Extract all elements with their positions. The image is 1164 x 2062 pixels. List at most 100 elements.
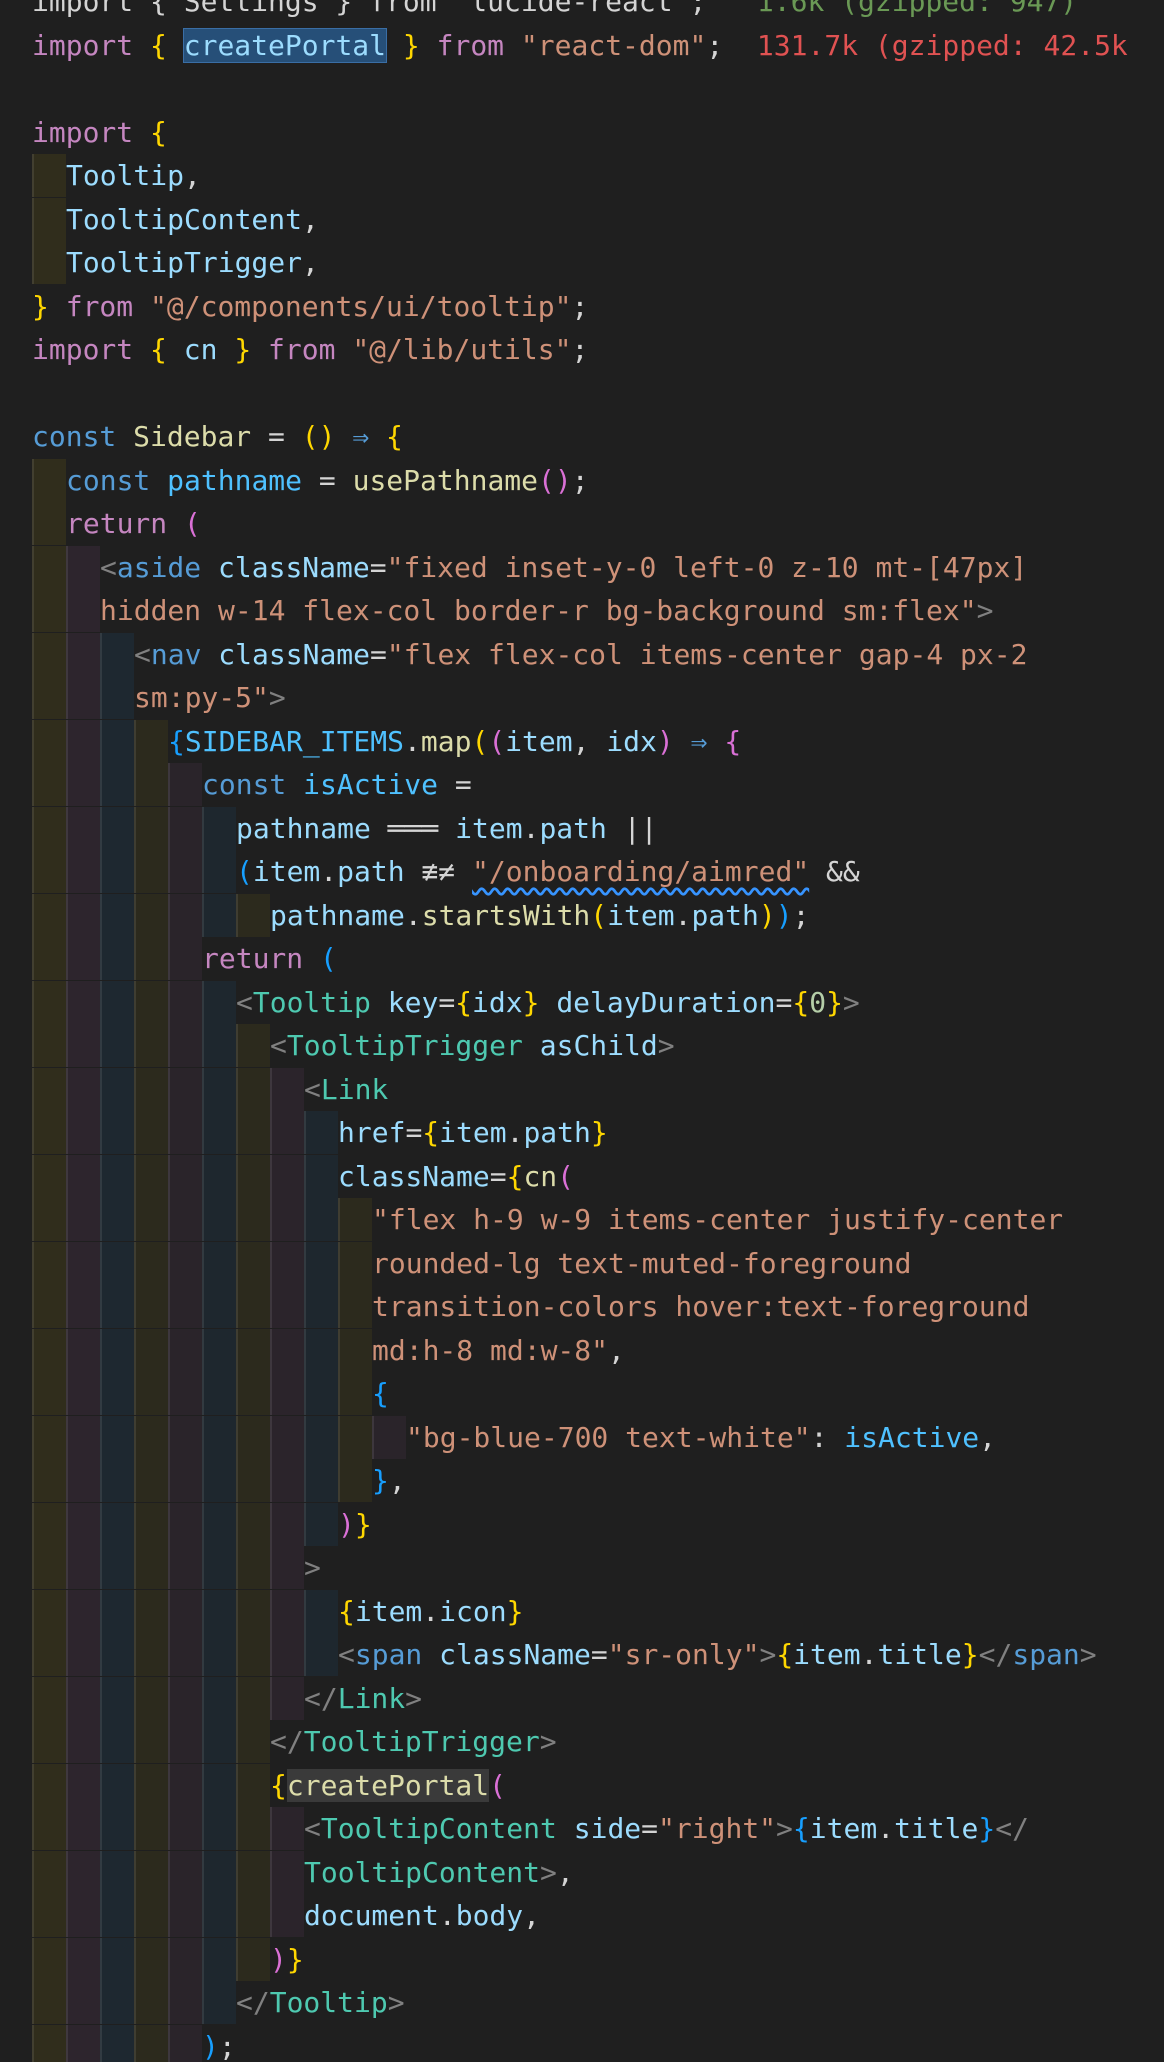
code-token: import xyxy=(32,115,134,149)
code-line[interactable]: )} xyxy=(0,1937,1164,1981)
code-line[interactable]: import { createPortal } from "react-dom"… xyxy=(0,24,1164,67)
code-token: } xyxy=(506,1594,524,1628)
indent-guide xyxy=(304,1198,338,1241)
code-line[interactable]: return ( xyxy=(0,937,1164,980)
code-line[interactable]: (item.path ≢≠ "/onboarding/aimred" && xyxy=(0,850,1164,893)
code-editor[interactable]: import { Settings } from "lucide-react";… xyxy=(0,0,1164,2062)
indent-guide xyxy=(100,1589,134,1633)
code-line[interactable]: <Tooltip key={idx} delayDuration={0}> xyxy=(0,980,1164,1024)
indent-guide xyxy=(66,2024,100,2062)
code-token: { xyxy=(168,724,185,758)
code-line[interactable]: pathname.startsWith(item.path)); xyxy=(0,893,1164,937)
code-line[interactable]: </TooltipTrigger> xyxy=(0,1720,1164,1763)
code-token: { xyxy=(150,333,167,366)
indent-guide xyxy=(32,458,66,502)
code-text: TooltipTrigger, xyxy=(66,241,319,284)
code-line[interactable]: <TooltipContent side="right">{item.title… xyxy=(0,1807,1164,1850)
code-line[interactable]: const pathname = usePathname(); xyxy=(0,458,1164,502)
code-line[interactable]: <nav className="flex flex-col items-cent… xyxy=(0,632,1164,676)
code-token: Sidebar xyxy=(133,420,252,453)
code-line[interactable]: } from "@/components/ui/tooltip"; xyxy=(0,285,1164,328)
code-text: )} xyxy=(270,1938,304,1981)
code-line[interactable]: rounded-lg text-muted-foreground xyxy=(0,1241,1164,1285)
code-token: < xyxy=(270,1029,287,1062)
indent-guide xyxy=(32,241,66,284)
indent-guide xyxy=(304,1502,338,1546)
code-line[interactable]: <span className="sr-only">{item.title}</… xyxy=(0,1633,1164,1676)
code-token: idx xyxy=(472,985,523,1019)
code-line[interactable]: {SIDEBAR_ITEMS.map((item, idx) ⇒ { xyxy=(0,719,1164,763)
code-token: from xyxy=(251,333,353,366)
code-line[interactable]: > xyxy=(0,1546,1164,1589)
code-token: = xyxy=(369,550,387,584)
code-line[interactable]: "bg-blue-700 text-white": isActive, xyxy=(0,1415,1164,1459)
code-line[interactable]: { xyxy=(0,1372,1164,1415)
code-line[interactable]: sm:py-5"> xyxy=(0,676,1164,719)
code-line[interactable]: ); xyxy=(0,2024,1164,2062)
code-token: item xyxy=(252,855,321,888)
indent-guide xyxy=(236,1241,270,1285)
indent-guide xyxy=(134,719,168,763)
code-token: { xyxy=(455,985,473,1019)
indent-guide xyxy=(134,937,168,980)
code-line[interactable]: const Sidebar = () ⇒ { xyxy=(0,415,1164,458)
code-line[interactable]: Tooltip, xyxy=(0,154,1164,197)
indent-guide xyxy=(202,893,236,937)
indent-guide xyxy=(236,893,270,937)
code-line[interactable] xyxy=(0,67,1164,110)
indent-guide xyxy=(202,1285,236,1328)
code-token: } xyxy=(961,1638,979,1671)
code-line[interactable]: href={item.path} xyxy=(0,1111,1164,1154)
code-line[interactable]: <aside className="fixed inset-y-0 left-0… xyxy=(0,545,1164,589)
code-token: ) xyxy=(202,2029,219,2062)
code-line[interactable]: }, xyxy=(0,1459,1164,1502)
indent-guide xyxy=(100,980,134,1024)
code-line[interactable]: hidden w-14 flex-col border-r bg-backgro… xyxy=(0,589,1164,632)
indent-guide xyxy=(134,1198,168,1241)
code-token: className xyxy=(338,1159,490,1193)
code-line[interactable]: pathname ═══ item.path || xyxy=(0,806,1164,850)
code-text: import { cn } from "@/lib/utils"; xyxy=(32,328,588,371)
code-token: , xyxy=(388,1464,406,1497)
code-token: "/onboarding/aimred" xyxy=(472,855,810,888)
indent-guide xyxy=(168,1198,202,1241)
code-token: span xyxy=(1012,1638,1080,1671)
code-line[interactable]: document.body, xyxy=(0,1894,1164,1937)
indent-guide xyxy=(236,1198,270,1241)
code-line[interactable]: {item.icon} xyxy=(0,1589,1164,1633)
code-line[interactable]: {createPortal( xyxy=(0,1763,1164,1807)
code-token: { xyxy=(150,28,167,62)
code-line[interactable]: return ( xyxy=(0,502,1164,545)
code-line[interactable]: import { cn } from "@/lib/utils"; xyxy=(0,328,1164,371)
code-line[interactable] xyxy=(0,372,1164,415)
code-line[interactable]: TooltipTrigger, xyxy=(0,241,1164,284)
code-token: ; xyxy=(792,898,810,932)
code-line[interactable]: TooltipContent, xyxy=(0,197,1164,241)
code-line[interactable]: </Link> xyxy=(0,1676,1164,1720)
code-token: && xyxy=(809,855,860,888)
code-line[interactable]: const isActive = xyxy=(0,763,1164,806)
indent-guide xyxy=(202,850,236,893)
indent-guide xyxy=(168,893,202,937)
code-line[interactable]: TooltipContent>, xyxy=(0,1850,1164,1894)
code-line[interactable]: className={cn( xyxy=(0,1154,1164,1198)
code-line[interactable]: "flex h-9 w-9 items-center justify-cente… xyxy=(0,1198,1164,1241)
code-line[interactable]: transition-colors hover:text-foreground xyxy=(0,1285,1164,1328)
code-line[interactable]: import { Settings } from "lucide-react";… xyxy=(0,0,1164,23)
code-line[interactable]: <Link xyxy=(0,1067,1164,1111)
code-line[interactable]: <TooltipTrigger asChild> xyxy=(0,1024,1164,1067)
indent-guide xyxy=(32,719,66,763)
indent-guide xyxy=(134,1763,168,1807)
code-line[interactable]: import { xyxy=(0,111,1164,154)
indent-guide xyxy=(100,719,134,763)
indent-guide xyxy=(134,1850,168,1894)
indent-guide xyxy=(100,763,134,806)
code-line[interactable]: md:h-8 md:w-8", xyxy=(0,1328,1164,1372)
indent-guide xyxy=(32,1285,66,1328)
indent-guide xyxy=(304,1285,338,1328)
code-line[interactable]: </Tooltip> xyxy=(0,1981,1164,2024)
indent-guide xyxy=(32,1328,66,1372)
code-line[interactable]: )} xyxy=(0,1502,1164,1546)
